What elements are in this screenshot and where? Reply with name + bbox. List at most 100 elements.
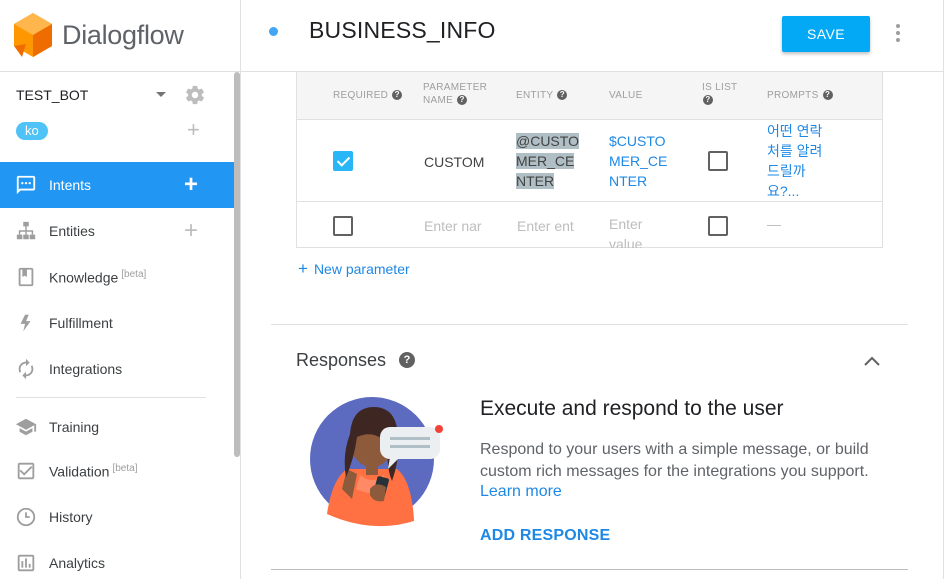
column-label: NAME: [423, 95, 454, 106]
column-prompts: PROMPTS?: [767, 89, 833, 102]
sidebar-item-analytics[interactable]: Analytics: [0, 540, 235, 579]
new-parameter-label: New parameter: [313, 261, 410, 277]
language-row: ko +: [16, 119, 216, 143]
column-label: PARAMETER: [423, 82, 488, 93]
dialogflow-logo-icon: [14, 13, 52, 57]
help-icon[interactable]: ?: [399, 352, 415, 368]
responses-title: Responses: [296, 350, 387, 370]
sidebar-item-entities[interactable]: Entities +: [0, 208, 235, 254]
agent-name: TEST_BOT: [16, 87, 89, 103]
sidebar-item-history[interactable]: History: [0, 494, 235, 540]
sidebar: Dialogflow TEST_BOT ko + Intents + Entit…: [0, 0, 241, 579]
entity-cell[interactable]: @CUSTOMER_CENTER: [516, 131, 580, 191]
sidebar-item-knowledge[interactable]: Knowledge [beta]: [0, 254, 235, 300]
column-parameter-name: PARAMETER NAME?: [423, 81, 487, 107]
prompts-cell[interactable]: —: [767, 214, 781, 234]
sidebar-separator: [16, 397, 206, 398]
entity-value: @CUSTOMER_CENTER: [516, 133, 579, 189]
help-icon[interactable]: ?: [392, 90, 403, 101]
parameter-name-cell[interactable]: CUSTOM: [424, 152, 484, 172]
value-input[interactable]: Enter value: [609, 214, 649, 248]
help-icon[interactable]: ?: [703, 95, 713, 106]
save-button[interactable]: SAVE: [782, 16, 870, 52]
responses-heading: Execute and respond to the user: [480, 397, 784, 420]
chevron-up-icon[interactable]: [863, 355, 881, 367]
sidebar-item-label-wrap: Knowledge [beta]: [49, 269, 146, 286]
sidebar-item-label: Integrations: [49, 361, 123, 377]
sidebar-item-validation[interactable]: Validation [beta]: [0, 448, 235, 494]
column-label: PROMPTS: [767, 90, 819, 101]
sidebar-item-label: Intents: [49, 177, 92, 193]
responses-illustration: [310, 397, 443, 527]
sidebar-item-label: Knowledge: [49, 269, 119, 286]
sidebar-item-label: Validation: [49, 463, 110, 480]
column-entity: ENTITY?: [516, 89, 568, 102]
prompts-cell[interactable]: 어떤 연락처를 알려드릴까요?...: [767, 121, 825, 201]
section-divider: [271, 569, 908, 570]
add-intent-icon[interactable]: +: [184, 173, 198, 197]
validation-icon: [17, 462, 35, 480]
required-checkbox[interactable]: [333, 216, 353, 236]
agent-selector[interactable]: TEST_BOT: [16, 84, 216, 106]
help-icon[interactable]: ?: [822, 90, 833, 101]
sidebar-item-integrations[interactable]: Integrations: [0, 346, 235, 392]
sidebar-item-label: Entities: [49, 223, 95, 239]
parameter-row: CUSTOM @CUSTOMER_CENTER $CUSTOMER_CENTER…: [297, 121, 882, 202]
sidebar-item-label: Fulfillment: [49, 315, 113, 331]
intent-header: BUSINESS_INFO SAVE: [241, 0, 944, 72]
sidebar-item-training[interactable]: Training: [0, 404, 235, 450]
intent-priority-dot[interactable]: [269, 27, 278, 36]
parameter-name-input[interactable]: Enter nar: [424, 216, 482, 236]
sidebar-item-label-wrap: Validation [beta]: [49, 463, 137, 480]
sidebar-item-label: Training: [49, 419, 100, 435]
column-required: REQUIRED?: [333, 89, 403, 102]
add-response-button[interactable]: ADD RESPONSE: [480, 527, 610, 545]
learn-more-link[interactable]: Learn more: [480, 483, 562, 501]
add-language-icon[interactable]: +: [187, 119, 200, 141]
sidebar-item-intents[interactable]: Intents +: [0, 162, 235, 208]
gear-icon[interactable]: [184, 84, 206, 106]
is-list-checkbox[interactable]: [708, 151, 728, 171]
entities-icon: [16, 221, 36, 240]
column-label: ENTITY: [516, 90, 554, 101]
analytics-icon: [17, 554, 35, 572]
help-icon[interactable]: ?: [457, 95, 468, 106]
brand-name: Dialogflow: [62, 19, 184, 50]
value-cell[interactable]: $CUSTOMER_CENTER: [609, 131, 669, 191]
more-options-icon[interactable]: [891, 22, 905, 44]
logo-divider: [0, 71, 240, 72]
required-checkbox[interactable]: [333, 151, 353, 171]
fulfillment-icon: [20, 314, 31, 332]
is-list-checkbox[interactable]: [708, 216, 728, 236]
training-icon: [15, 418, 37, 436]
intent-name[interactable]: BUSINESS_INFO: [309, 17, 496, 44]
dialogflow-logo[interactable]: Dialogflow: [14, 12, 184, 58]
sidebar-item-label: History: [49, 509, 93, 525]
intent-editor: REQUIRED? PARAMETER NAME? ENTITY? VALUE …: [241, 72, 944, 579]
beta-badge: [beta]: [112, 462, 138, 474]
column-value: VALUE: [609, 90, 643, 101]
entity-input[interactable]: Enter ent: [517, 216, 574, 236]
sidebar-item-label: Analytics: [49, 555, 106, 571]
sidebar-scrollbar[interactable]: [234, 72, 240, 457]
integrations-icon: [18, 358, 34, 380]
parameter-row-empty: Enter nar Enter ent Enter value —: [297, 203, 882, 248]
parameters-table: REQUIRED? PARAMETER NAME? ENTITY? VALUE …: [296, 72, 883, 248]
sidebar-item-fulfillment[interactable]: Fulfillment: [0, 300, 235, 346]
knowledge-icon: [18, 267, 34, 287]
help-icon[interactable]: ?: [557, 90, 568, 101]
column-label: REQUIRED: [333, 90, 389, 101]
chevron-down-icon[interactable]: [156, 92, 166, 97]
new-parameter-link[interactable]: + New parameter: [298, 259, 410, 279]
intents-icon: [16, 175, 36, 195]
language-chip[interactable]: ko: [16, 122, 48, 140]
section-divider: [271, 324, 908, 325]
history-icon: [16, 507, 36, 527]
column-label: IS LIST: [702, 82, 738, 93]
plus-icon: +: [298, 259, 308, 278]
parameters-table-header: REQUIRED? PARAMETER NAME? ENTITY? VALUE …: [297, 72, 882, 120]
add-entity-icon[interactable]: +: [184, 219, 198, 243]
beta-badge: [beta]: [121, 268, 147, 280]
responses-description: Respond to your users with a simple mess…: [480, 441, 869, 480]
column-is-list: IS LIST ?: [702, 81, 737, 107]
